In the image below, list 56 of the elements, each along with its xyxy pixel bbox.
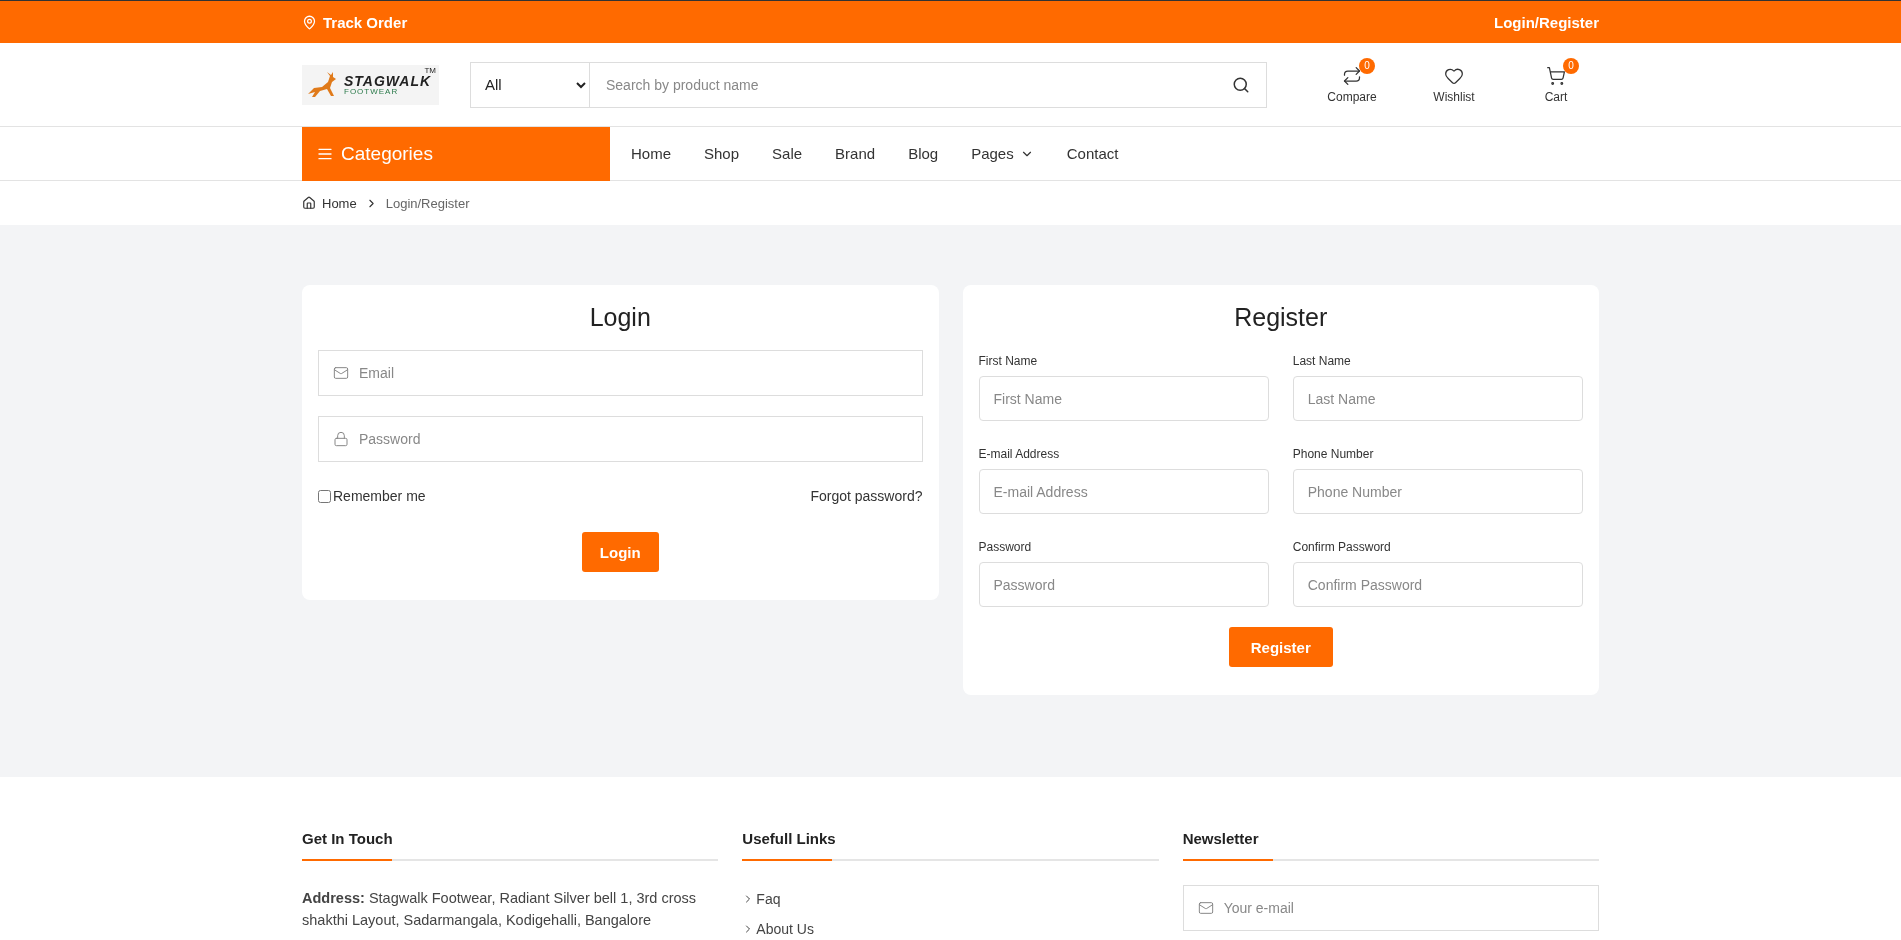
card-title: Register xyxy=(1233,303,1329,332)
footer-heading: Newsletter xyxy=(1182,830,1599,861)
cart-link[interactable]: Cart 0 xyxy=(1519,57,1593,104)
input-field[interactable]: Phone Number xyxy=(1292,469,1583,514)
nav-link[interactable]: Brand xyxy=(835,145,876,162)
search-icon xyxy=(1232,75,1250,94)
card-title: Login xyxy=(588,303,652,332)
compare-link[interactable]: Compare 0 xyxy=(1315,57,1389,104)
mail-icon xyxy=(333,365,349,381)
footer-heading: Usefull Links xyxy=(742,830,1159,861)
remember-checkbox[interactable] xyxy=(318,489,331,503)
footer-link[interactable]: Faq xyxy=(742,891,1159,907)
field-label: First Name xyxy=(978,354,1039,368)
action-label: Cart xyxy=(1544,89,1568,104)
field-label: E-mail Address xyxy=(978,447,1061,461)
password-field[interactable]: Password xyxy=(318,416,923,462)
action-label: Wishlist xyxy=(1433,89,1475,104)
nav-link[interactable]: Shop xyxy=(704,145,740,162)
input-field[interactable]: Password xyxy=(978,562,1269,607)
input-field[interactable]: Last Name xyxy=(1292,376,1583,421)
breadcrumb-link[interactable]: Home xyxy=(302,195,357,211)
logo-tagline: FOOTWEAR xyxy=(344,87,400,96)
logo-name: STAGWALK xyxy=(344,73,432,88)
cart-icon xyxy=(1546,65,1566,86)
breadcrumb-current: Login/Register xyxy=(385,195,470,211)
input-field[interactable]: Confirm Password xyxy=(1292,562,1583,607)
home-icon xyxy=(302,196,316,210)
nav-link[interactable]: Pages xyxy=(971,145,1034,162)
mail-icon xyxy=(1197,900,1214,916)
nav-link[interactable]: Blog xyxy=(908,145,939,162)
input-field[interactable]: First Name xyxy=(978,376,1269,421)
footer-heading: Get In Touch xyxy=(302,830,719,861)
nav-link[interactable]: Contact xyxy=(1066,145,1119,162)
wishlist-link[interactable]: Wishlist xyxy=(1417,57,1491,104)
logo[interactable]: STAGWALK FOOTWEAR TM xyxy=(302,64,439,105)
field-label: Password xyxy=(978,540,1033,554)
remember-label: Remember me xyxy=(333,488,426,504)
pin-icon xyxy=(302,14,317,30)
email-field[interactable]: Email xyxy=(318,350,923,396)
field-label: Confirm Password xyxy=(1292,540,1392,554)
footer-link[interactable]: About Us xyxy=(742,921,1159,937)
action-label: Compare xyxy=(1327,89,1377,104)
count-badge: 0 xyxy=(1359,57,1375,74)
count-badge: 0 xyxy=(1563,57,1579,74)
input-field[interactable]: E-mail Address xyxy=(978,469,1269,514)
nav-link[interactable]: Sale xyxy=(772,145,803,162)
field-label: Last Name xyxy=(1292,354,1352,368)
newsletter-email-field[interactable]: Your e-mail xyxy=(1182,885,1599,931)
category-select[interactable]: All xyxy=(470,61,590,108)
swap-arrows-icon xyxy=(1342,65,1362,86)
address-text: Address: Stagwalk Footwear, Radiant Silver bell 1, 3rd cross shakthi Layout, Sadarmangala, Kodigehalli, Bangalore xyxy=(302,889,698,930)
trademark-mark: TM xyxy=(424,65,436,75)
forgot-password-link[interactable]: Forgot password? xyxy=(810,488,923,504)
lock-icon xyxy=(333,431,349,447)
nav-link[interactable]: Home xyxy=(631,145,671,162)
field-label: Phone Number xyxy=(1292,447,1375,461)
